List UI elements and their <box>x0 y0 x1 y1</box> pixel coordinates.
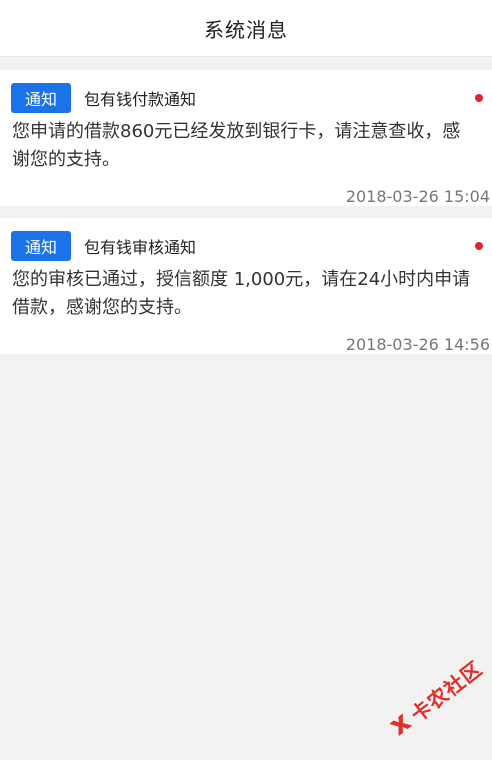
message-timestamp: 2018-03-26 14:56 <box>345 335 490 354</box>
page-title: 系统消息 <box>204 17 288 42</box>
message-body: 您的审核已通过，授信额度 1,000元，请在24小时内申请借款，感谢您的支持。 <box>12 269 471 318</box>
header-bar: 系统消息 <box>0 0 492 57</box>
message-card[interactable]: 通知 包有钱审核通知 您的审核已通过，授信额度 1,000元，请在24小时内申请… <box>0 218 492 354</box>
message-title: 包有钱审核通知 <box>84 238 197 257</box>
unread-dot-icon <box>475 242 483 250</box>
message-body: 您申请的借款860元已经发放到银行卡，请注意查收，感谢您的支持。 <box>12 121 461 170</box>
watermark-text: 卡农社区 <box>405 655 487 727</box>
message-title: 包有钱付款通知 <box>84 90 197 109</box>
message-timestamp: 2018-03-26 15:04 <box>345 187 490 206</box>
watermark: 卡农社区 <box>372 639 492 757</box>
unread-dot-icon <box>475 94 483 102</box>
message-card[interactable]: 通知 包有钱付款通知 您申请的借款860元已经发放到银行卡，请注意查收，感谢您的… <box>0 70 492 206</box>
notice-badge: 通知 <box>11 231 71 261</box>
notice-badge: 通知 <box>11 83 71 113</box>
